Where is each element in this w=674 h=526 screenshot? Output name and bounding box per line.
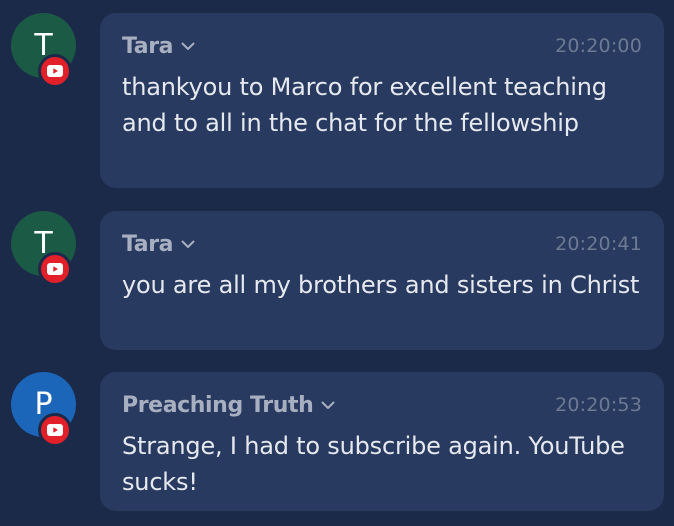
message-text: you are all my brothers and sisters in C… (122, 271, 640, 299)
author-row[interactable]: Preaching Truth (122, 392, 335, 418)
youtube-icon (38, 54, 72, 88)
message-bubble: Preaching Truth 20:20:53 Strange, I had … (100, 372, 664, 511)
message-text: Strange, I had to subscribe again. YouTu… (122, 432, 625, 496)
chevron-down-icon[interactable] (181, 42, 195, 51)
message-timestamp: 20:20:00 (555, 35, 642, 57)
author-row[interactable]: Tara (122, 231, 195, 257)
author-name[interactable]: Tara (122, 232, 174, 257)
message-bubble: Tara 20:20:00 thankyou to Marco for exce… (100, 13, 664, 188)
chevron-down-icon[interactable] (321, 401, 335, 410)
message-bubble: Tara 20:20:41 you are all my brothers an… (100, 211, 664, 350)
message-timestamp: 20:20:41 (555, 233, 642, 255)
youtube-icon (38, 252, 72, 286)
author-name[interactable]: Preaching Truth (122, 393, 314, 418)
author-name[interactable]: Tara (122, 34, 174, 59)
message-timestamp: 20:20:53 (555, 394, 642, 416)
youtube-icon (38, 413, 72, 447)
message-text: thankyou to Marco for excellent teaching… (122, 73, 607, 137)
author-row[interactable]: Tara (122, 33, 195, 59)
chevron-down-icon[interactable] (181, 240, 195, 249)
